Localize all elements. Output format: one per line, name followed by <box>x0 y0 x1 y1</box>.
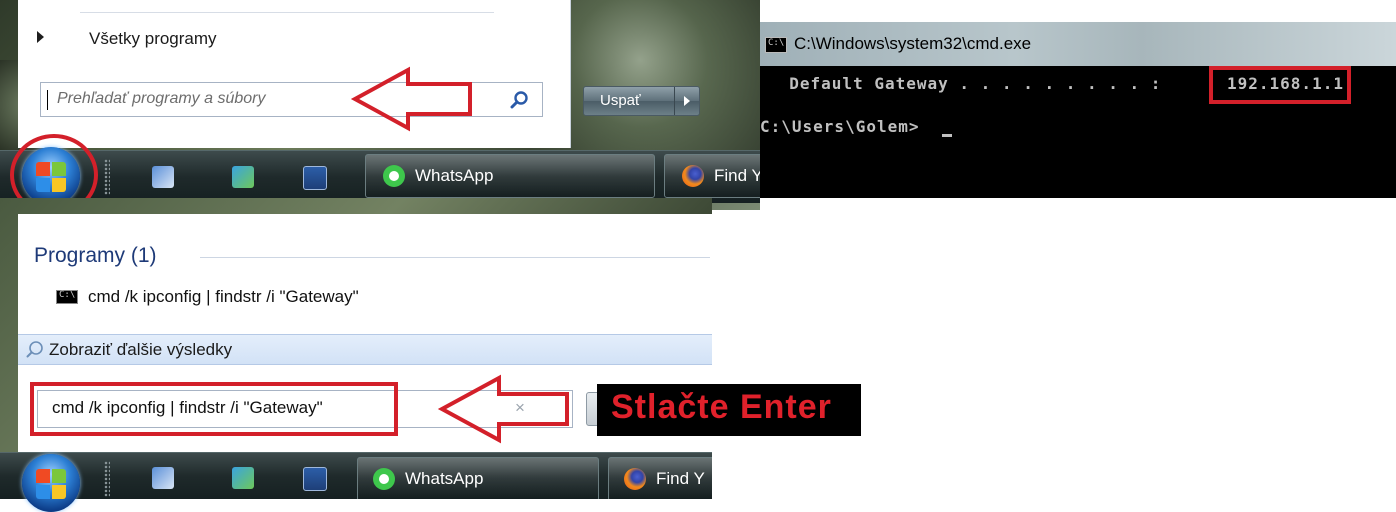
orb-logo-part <box>52 469 66 483</box>
arrow-left-annotation <box>437 374 569 444</box>
cmd-window-title: C:\Windows\system32\cmd.exe <box>794 34 1032 53</box>
button-divider <box>674 87 675 115</box>
chevron-right-icon[interactable] <box>37 31 44 43</box>
taskbar-app-whatsapp[interactable]: WhatsApp <box>357 457 599 499</box>
cmd-icon <box>56 290 78 304</box>
taskbar-grip[interactable] <box>104 159 110 195</box>
search-icon[interactable] <box>510 90 530 110</box>
start-orb-icon[interactable] <box>22 454 80 512</box>
taskbar-app-label: Find Y <box>656 469 705 488</box>
press-enter-label: Stlačte Enter <box>611 388 832 426</box>
taskbar-app-label: WhatsApp <box>405 469 484 488</box>
floppy-icon[interactable] <box>303 467 327 491</box>
orb-logo-part <box>52 485 66 499</box>
chevron-right-icon[interactable] <box>684 96 690 106</box>
more-results-label[interactable]: Zobraziť ďalšie výsledky <box>49 340 232 360</box>
floppy-icon[interactable] <box>303 166 327 190</box>
taskbar-app-firefox[interactable]: Find Y <box>608 457 712 499</box>
gateway-output-line: Default Gateway . . . . . . . . . : <box>768 74 1173 93</box>
search-placeholder: Prehľadať programy a súbory <box>57 90 266 107</box>
taskbar-grip[interactable] <box>104 461 110 497</box>
network-icon[interactable] <box>152 467 174 489</box>
network-icon[interactable] <box>152 166 174 188</box>
taskbar-top: WhatsApp Find Yo <box>0 150 760 203</box>
results-group-title: Programy (1) <box>34 244 157 267</box>
transfer-icon[interactable] <box>232 467 254 489</box>
text-cursor <box>47 90 48 110</box>
highlight-box-search-command <box>30 382 398 436</box>
whatsapp-icon <box>373 468 395 490</box>
wallpaper-detail <box>560 0 760 150</box>
firefox-icon <box>624 468 646 490</box>
search-result-item[interactable]: cmd /k ipconfig | findstr /i "Gateway" <box>88 287 359 307</box>
search-icon <box>26 341 43 358</box>
menu-separator <box>80 12 494 13</box>
start-menu-panel: Všetky programy Prehľadať programy a súb… <box>18 0 571 148</box>
all-programs-item[interactable]: Všetky programy <box>89 29 217 49</box>
cmd-prompt: C:\Users\Golem> <box>760 117 920 136</box>
group-separator <box>200 257 710 258</box>
cmd-window: C:\Windows\system32\cmd.exe Default Gate… <box>760 22 1396 198</box>
sleep-button[interactable]: Uspať <box>583 86 700 116</box>
highlight-box-gateway-ip <box>1209 66 1351 104</box>
taskbar-app-firefox[interactable]: Find Yo <box>664 154 760 198</box>
arrow-left-annotation <box>350 66 472 132</box>
orb-logo-part <box>36 469 50 483</box>
cmd-titlebar[interactable]: C:\Windows\system32\cmd.exe <box>760 22 1396 66</box>
cmd-icon <box>765 37 787 53</box>
cmd-cursor <box>942 134 952 137</box>
orb-logo-part <box>36 485 50 499</box>
transfer-icon[interactable] <box>232 166 254 188</box>
firefox-icon <box>682 165 704 187</box>
taskbar-app-label: Find Yo <box>714 166 760 185</box>
whatsapp-icon <box>383 165 405 187</box>
taskbar-bottom: WhatsApp Find Y <box>0 452 712 499</box>
sleep-button-label: Uspať <box>600 92 641 109</box>
taskbar-app-label: WhatsApp <box>415 166 494 185</box>
taskbar-app-whatsapp[interactable]: WhatsApp <box>365 154 655 198</box>
